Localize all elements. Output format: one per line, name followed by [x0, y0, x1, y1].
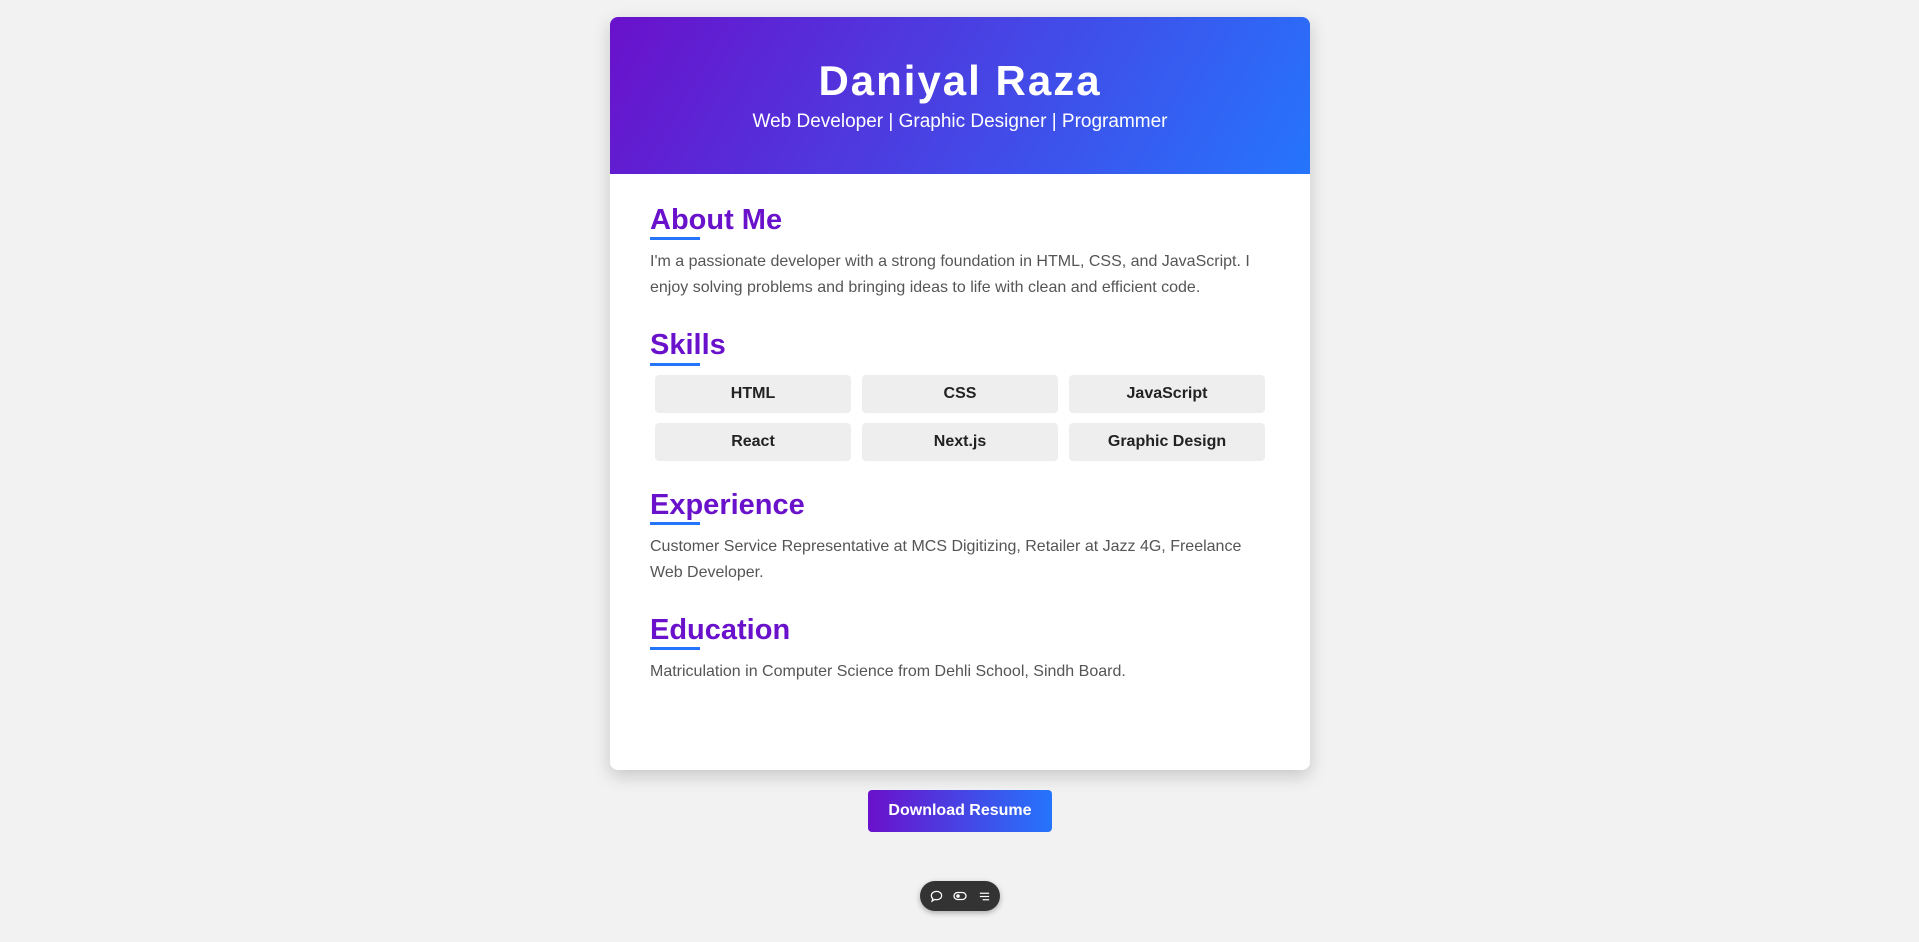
comment-icon[interactable]	[929, 889, 943, 903]
about-heading: About Me	[650, 204, 783, 241]
toggle-icon[interactable]	[953, 889, 967, 903]
resume-content: About Me I'm a passionate developer with…	[610, 174, 1310, 685]
education-heading: Education	[650, 614, 791, 651]
skill-css: CSS	[862, 374, 1058, 413]
about-text: I'm a passionate developer with a strong…	[650, 253, 1250, 297]
experience-heading: Experience	[650, 488, 805, 526]
skill-nextjs: Next.js	[862, 422, 1058, 461]
floating-toolbar	[920, 881, 1000, 911]
experience-text: Customer Service Representative at MCS D…	[650, 538, 1242, 582]
skill-javascript: JavaScript	[1069, 374, 1265, 413]
experience-section: Experience Customer Service Representati…	[650, 489, 1270, 586]
skill-html: HTML	[655, 374, 851, 413]
resume-card: Daniyal Raza Web Developer | Graphic Des…	[610, 17, 1310, 770]
skills-grid: HTML CSS JavaScript React Next.js Graphi…	[650, 374, 1270, 461]
skills-section: Skills HTML CSS JavaScript React Next.js…	[650, 329, 1270, 461]
skill-graphic-design: Graphic Design	[1069, 422, 1265, 461]
about-section: About Me I'm a passionate developer with…	[650, 204, 1270, 301]
download-resume-button[interactable]: Download Resume	[868, 790, 1052, 832]
menu-icon[interactable]	[977, 889, 991, 903]
skills-heading: Skills	[650, 329, 726, 367]
education-text: Matriculation in Computer Science from D…	[650, 663, 1126, 681]
person-tagline: Web Developer | Graphic Designer | Progr…	[752, 111, 1168, 133]
resume-header: Daniyal Raza Web Developer | Graphic Des…	[610, 17, 1310, 174]
skill-react: React	[655, 422, 851, 461]
person-name: Daniyal Raza	[818, 57, 1102, 104]
education-section: Education Matriculation in Computer Scie…	[650, 614, 1270, 685]
